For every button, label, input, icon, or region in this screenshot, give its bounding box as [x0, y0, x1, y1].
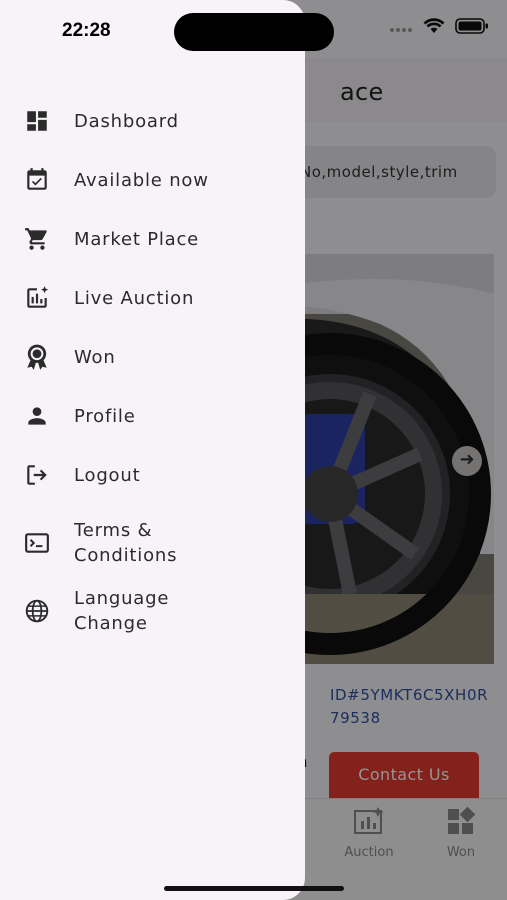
menu-item-available-now[interactable]: Available now	[0, 151, 305, 209]
menu-item-logout[interactable]: Logout	[0, 446, 305, 504]
menu-item-language[interactable]: Language Change	[0, 578, 305, 644]
person-icon	[22, 401, 52, 431]
menu-label: Market Place	[74, 228, 200, 250]
globe-icon	[22, 596, 52, 626]
menu-label: Logout	[74, 464, 141, 486]
menu-label: Live Auction	[74, 287, 195, 309]
live-chart-icon	[22, 283, 52, 313]
menu-label: Terms & Conditions	[74, 520, 178, 566]
navigation-drawer: 22:28 Dashboard Available now Market Pla…	[0, 0, 305, 900]
calendar-check-icon	[22, 165, 52, 195]
award-icon	[22, 342, 52, 372]
menu-item-live-auction[interactable]: Live Auction	[0, 269, 305, 327]
menu-label: Available now	[74, 169, 209, 191]
logout-icon	[22, 460, 52, 490]
menu-label: Language Change	[74, 588, 170, 634]
menu-item-profile[interactable]: Profile	[0, 387, 305, 445]
menu-label: Won	[74, 346, 116, 368]
menu-label: Profile	[74, 405, 136, 427]
status-time: 22:28	[62, 20, 111, 41]
terminal-icon	[22, 528, 52, 558]
dynamic-island	[174, 13, 334, 51]
menu-item-dashboard[interactable]: Dashboard	[0, 92, 305, 150]
menu-item-terms[interactable]: Terms & Conditions	[0, 510, 305, 576]
menu-item-won[interactable]: Won	[0, 328, 305, 386]
cart-icon	[22, 224, 52, 254]
dashboard-icon	[22, 106, 52, 136]
menu-label: Dashboard	[74, 110, 179, 132]
home-indicator[interactable]	[164, 886, 344, 891]
menu-item-market-place[interactable]: Market Place	[0, 210, 305, 268]
